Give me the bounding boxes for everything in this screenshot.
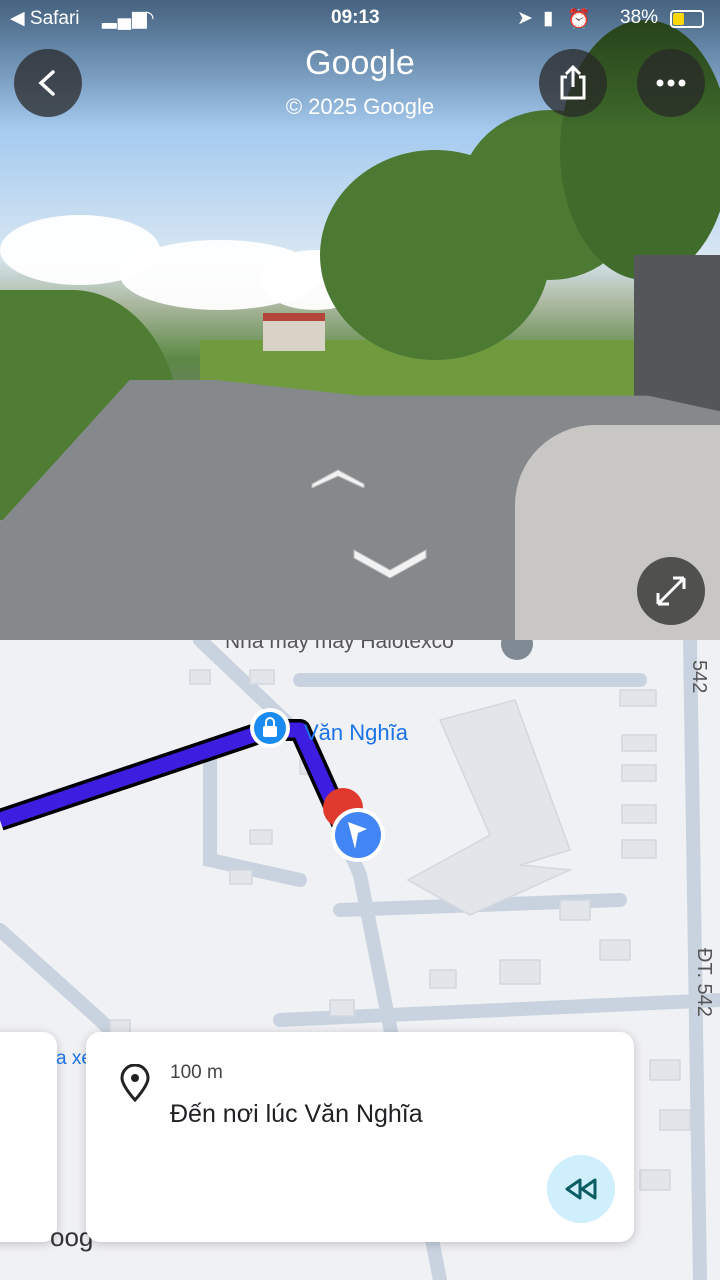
route-line [0, 722, 352, 834]
copyright-label: © 2025 Google [285, 94, 435, 119]
expand-icon [656, 576, 686, 606]
poi-label: Nhà máy may Halotexco [225, 640, 454, 653]
move-backward-arrow[interactable] [352, 544, 428, 578]
road-label-side: ĐT. 542 [693, 948, 715, 1017]
rewind-icon [565, 1178, 597, 1200]
rewind-button[interactable] [547, 1155, 615, 1223]
road-label-top: 542 [688, 660, 710, 694]
lock-rotation-icon: ▮ [543, 8, 554, 29]
poi-icon [501, 640, 533, 660]
instruction-card[interactable] [86, 1032, 634, 1242]
back-to-app[interactable]: ◀ Safari [10, 7, 80, 30]
house [263, 313, 325, 351]
battery-percent: 38% [620, 7, 659, 28]
wifi-icon: ◠ [138, 8, 155, 29]
move-forward-arrow[interactable] [310, 466, 366, 488]
place-pin-icon [120, 1064, 150, 1102]
location-services-icon: ➤ [517, 8, 533, 29]
place-label: Văn Nghĩa [304, 720, 408, 745]
clock: 09:13 [331, 7, 380, 28]
location-arrow-icon [335, 812, 381, 858]
route-outline [0, 719, 356, 835]
share-icon [560, 65, 586, 100]
alarm-icon: ⏰ [567, 9, 591, 30]
battery-icon [670, 10, 704, 28]
instruction-text: Đến nơi lúc Văn Nghĩa [170, 1100, 423, 1128]
more-options-button[interactable] [637, 49, 705, 117]
page-title: Google [305, 44, 415, 82]
previous-step-card[interactable] [0, 1032, 57, 1242]
expand-button[interactable] [637, 557, 705, 625]
instruction-distance: 100 m [170, 1062, 223, 1083]
status-bar: ◀ Safari ▂▄▆ ◠ 09:13 ➤ ▮ ⏰ 38% [0, 0, 720, 36]
road [203, 743, 307, 887]
share-button[interactable] [539, 49, 607, 117]
more-icon [656, 79, 686, 87]
